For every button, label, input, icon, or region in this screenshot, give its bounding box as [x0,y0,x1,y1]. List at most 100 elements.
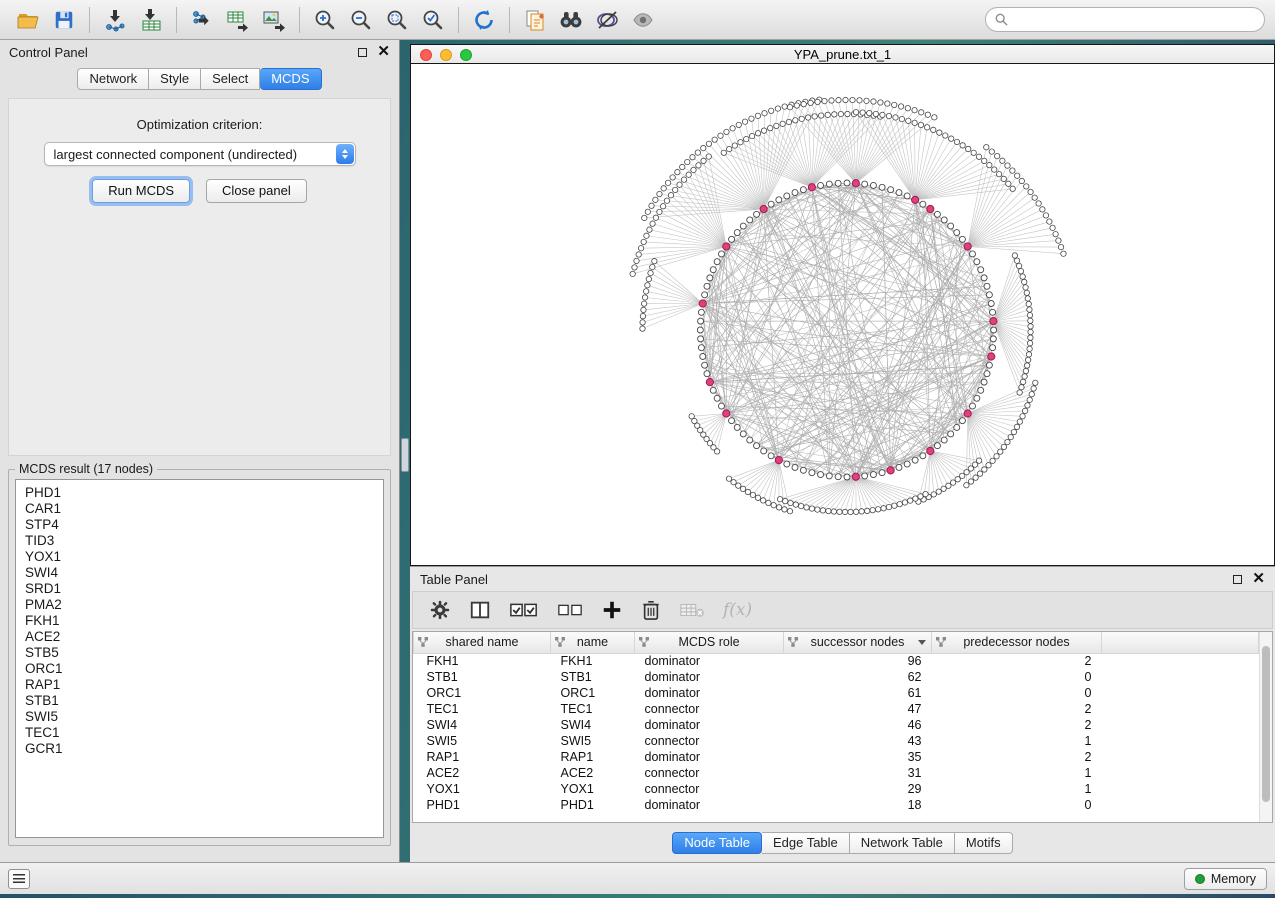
criterion-select[interactable]: largest connected component (undirected) [44,142,356,166]
table-row[interactable]: YOX1YOX1connector291 [414,781,1259,797]
table-cell: 1 [932,781,1102,797]
list-item[interactable]: PHD1 [25,485,374,501]
tab-node-table[interactable]: Node Table [672,832,762,854]
deselect-all-icon[interactable] [557,601,583,619]
add-column-icon[interactable] [601,599,623,621]
column-header-shared-name[interactable]: shared name [414,632,551,653]
table-cell: FKH1 [551,653,635,669]
float-panel-icon[interactable] [358,48,367,57]
search-network-button[interactable] [553,4,589,36]
table-row[interactable]: SWI4SWI4dominator462 [414,717,1259,733]
import-table-button[interactable] [133,4,169,36]
table-scrollbar[interactable] [1259,632,1272,822]
table-settings-gear-icon[interactable] [429,599,451,621]
list-item[interactable]: TEC1 [25,725,374,741]
list-item[interactable]: SRD1 [25,581,374,597]
list-item[interactable]: STB5 [25,645,374,661]
delete-table-icon [679,601,705,619]
tab-style[interactable]: Style [149,68,201,90]
select-all-icon[interactable] [509,600,539,620]
show-hide-button[interactable] [625,4,661,36]
list-item[interactable]: ACE2 [25,629,374,645]
table-cell: 1 [932,765,1102,781]
table-panel-title: Table Panel [420,572,488,587]
control-panel-tabbar: NetworkStyleSelectMCDS [0,68,399,90]
scrollbar-thumb[interactable] [1262,646,1270,802]
export-table-button[interactable] [220,4,256,36]
table-cell: RAP1 [414,749,551,765]
list-item[interactable]: FKH1 [25,613,374,629]
table-row[interactable]: STB1STB1dominator620 [414,669,1259,685]
zoom-fit-button[interactable] [379,4,415,36]
close-panel-icon[interactable]: ✕ [377,47,390,57]
window-controls [420,49,472,61]
table-row[interactable]: PHD1PHD1dominator180 [414,797,1259,813]
table-cell: STB1 [551,669,635,685]
tab-mcds[interactable]: MCDS [260,68,321,90]
open-session-button[interactable] [10,4,46,36]
panel-menu-button[interactable] [8,869,30,889]
minimize-window-icon[interactable] [440,49,452,61]
table-cell: STB1 [414,669,551,685]
export-image-button[interactable] [256,4,292,36]
run-mcds-button[interactable]: Run MCDS [92,179,190,203]
tab-motifs[interactable]: Motifs [955,832,1013,854]
node-table: shared namenameMCDS rolesuccessor nodesp… [412,631,1273,823]
table-panel: Table Panel ✕ [410,566,1275,862]
import-network-button[interactable] [97,4,133,36]
export-network-button[interactable] [184,4,220,36]
list-item[interactable]: TID3 [25,533,374,549]
save-session-button[interactable] [46,4,82,36]
panel-divider[interactable] [400,40,410,862]
memory-button[interactable]: Memory [1184,868,1267,890]
zoom-out-button[interactable] [343,4,379,36]
close-window-icon[interactable] [420,49,432,61]
float-table-panel-icon[interactable] [1233,575,1242,584]
list-item[interactable]: PMA2 [25,597,374,613]
delete-column-icon[interactable] [641,599,661,621]
table-cell: RAP1 [551,749,635,765]
tab-select[interactable]: Select [201,68,260,90]
toolbar-separator [509,7,510,33]
status-bar: Memory [0,862,1275,894]
column-header-predecessor-nodes[interactable]: predecessor nodes [932,632,1102,653]
sort-chevron-icon[interactable] [918,640,926,645]
maximize-window-icon[interactable] [460,49,472,61]
table-cell: dominator [635,797,784,813]
table-row[interactable]: SWI5SWI5connector431 [414,733,1259,749]
list-item[interactable]: GCR1 [25,741,374,757]
network-canvas[interactable] [410,63,1275,566]
close-table-panel-icon[interactable]: ✕ [1252,574,1265,584]
table-row[interactable]: ORC1ORC1dominator610 [414,685,1259,701]
list-item[interactable]: YOX1 [25,549,374,565]
apply-layout-button[interactable] [466,4,502,36]
list-item[interactable]: ORC1 [25,661,374,677]
list-item[interactable]: STB1 [25,693,374,709]
zoom-selected-button[interactable] [415,4,451,36]
tab-edge-table[interactable]: Edge Table [762,832,850,854]
table-row[interactable]: ACE2ACE2connector311 [414,765,1259,781]
list-item[interactable]: STP4 [25,517,374,533]
show-columns-icon[interactable] [469,599,491,621]
list-item[interactable]: SWI5 [25,709,374,725]
divider-handle-icon[interactable] [401,438,409,472]
tab-network-table[interactable]: Network Table [850,832,955,854]
table-row[interactable]: FKH1FKH1dominator962 [414,653,1259,669]
tab-network[interactable]: Network [77,68,149,90]
table-cell: 2 [932,653,1102,669]
column-type-icon [639,637,649,647]
column-header-mcds-role[interactable]: MCDS role [635,632,784,653]
close-panel-button[interactable]: Close panel [206,179,307,203]
copy-style-button[interactable] [517,4,553,36]
list-item[interactable]: RAP1 [25,677,374,693]
table-row[interactable]: TEC1TEC1connector472 [414,701,1259,717]
apply-style-button[interactable] [589,4,625,36]
list-item[interactable]: CAR1 [25,501,374,517]
save-session-icon [53,9,75,31]
table-row[interactable]: RAP1RAP1dominator352 [414,749,1259,765]
search-input[interactable] [1014,12,1255,27]
list-item[interactable]: SWI4 [25,565,374,581]
zoom-in-button[interactable] [307,4,343,36]
column-header-successor-nodes[interactable]: successor nodes [784,632,932,653]
column-header-name[interactable]: name [551,632,635,653]
